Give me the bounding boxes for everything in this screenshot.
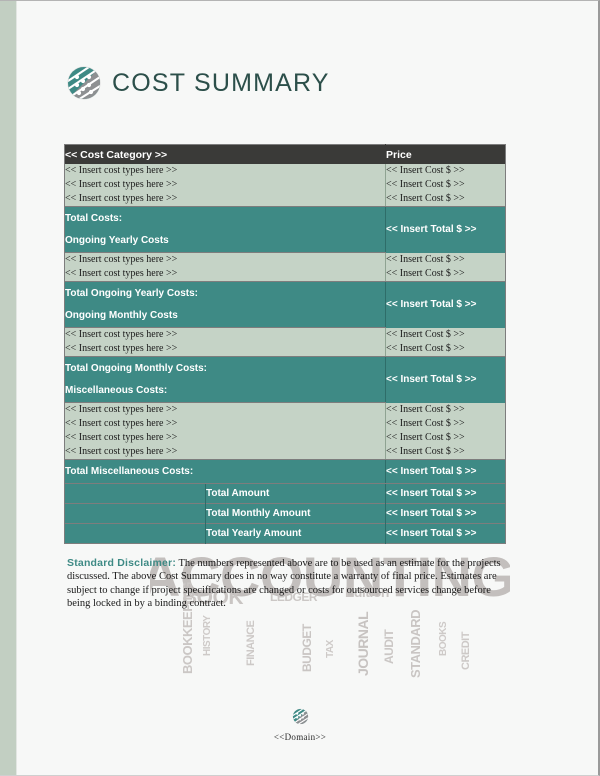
cell-summary-label: Total Monthly Amount — [205, 503, 386, 524]
cell-summary-price: << Insert Total $ >> — [385, 503, 506, 524]
cell-price: << Insert Cost $ >> — [385, 417, 506, 431]
cell-total-price: << Insert Total $ >> — [385, 206, 506, 253]
cell-price: << Insert Cost $ >> — [385, 327, 506, 342]
cost-summary-table: << Cost Category >> Price << Insert cost… — [64, 144, 506, 544]
table-row: << Insert cost types here >> << Insert C… — [64, 192, 506, 207]
cell-total-price: << Insert Total $ >> — [385, 356, 506, 403]
cell-summary-price: << Insert Total $ >> — [385, 483, 506, 504]
cell-price: << Insert Cost $ >> — [385, 252, 506, 267]
table-row: << Insert cost types here >> << Insert C… — [64, 178, 506, 192]
table-row: << Insert cost types here >> << Insert C… — [64, 252, 506, 267]
cell-summary-label: Total Yearly Amount — [205, 523, 386, 544]
cell-section-heading: Miscellaneous Costs: — [64, 379, 386, 403]
cell-cost-category: << Insert cost types here >> — [64, 402, 386, 417]
table-row: << Insert cost types here >> << Insert C… — [64, 327, 506, 342]
cell-blank — [64, 503, 206, 524]
cell-total-price: << Insert Total $ >> — [385, 281, 506, 328]
cell-summary-price: << Insert Total $ >> — [385, 523, 506, 544]
cell-total-price: << Insert Total $ >> — [385, 459, 506, 484]
total-row-ongoing-yearly: Total Ongoing Yearly Costs: << Insert To… — [64, 281, 506, 328]
table-row: << Insert cost types here >> << Insert C… — [64, 164, 506, 178]
summary-row-total-amount: Total Amount << Insert Total $ >> — [64, 483, 506, 504]
cell-cost-category: << Insert cost types here >> — [64, 327, 386, 342]
summary-row-total-yearly-amount: Total Yearly Amount << Insert Total $ >> — [64, 523, 506, 544]
page-header: COST SUMMARY — [66, 65, 330, 101]
summary-row-total-monthly-amount: Total Monthly Amount << Insert Total $ >… — [64, 503, 506, 524]
cell-summary-label: Total Amount — [205, 483, 386, 504]
page-footer: <<Domain>> — [0, 708, 598, 742]
cell-cost-category: << Insert cost types here >> — [64, 445, 386, 460]
cell-cost-category: << Insert cost types here >> — [64, 164, 386, 178]
cell-cost-category: << Insert cost types here >> — [64, 178, 386, 192]
cell-cost-category: << Insert cost types here >> — [64, 192, 386, 207]
cell-cost-category: << Insert cost types here >> — [64, 342, 386, 357]
cell-price: << Insert Cost $ >> — [385, 164, 506, 178]
footer-domain-text: <<Domain>> — [273, 732, 327, 742]
left-decorative-stripe — [0, 1, 17, 775]
document-page: ACCOUNTING BOOK BOOKKEEPING HISTORY FINA… — [0, 0, 600, 776]
cell-cost-category: << Insert cost types here >> — [64, 417, 386, 431]
table-row: << Insert cost types here >> << Insert C… — [64, 431, 506, 445]
cell-price: << Insert Cost $ >> — [385, 402, 506, 417]
cell-cost-category: << Insert cost types here >> — [64, 431, 386, 445]
total-row-total-costs: Total Costs: << Insert Total $ >> — [64, 206, 506, 253]
cell-cost-category: << Insert cost types here >> — [64, 267, 386, 282]
column-header-cost-category: << Cost Category >> — [64, 144, 386, 164]
cell-price: << Insert Cost $ >> — [385, 192, 506, 207]
table-header-row: << Cost Category >> Price — [64, 144, 506, 164]
cell-total-label: Total Ongoing Monthly Costs: — [64, 356, 386, 379]
cell-price: << Insert Cost $ >> — [385, 342, 506, 357]
cell-price: << Insert Cost $ >> — [385, 267, 506, 282]
table-row: << Insert cost types here >> << Insert C… — [64, 417, 506, 431]
cell-cost-category: << Insert cost types here >> — [64, 252, 386, 267]
total-row-ongoing-monthly: Total Ongoing Monthly Costs: << Insert T… — [64, 356, 506, 403]
table-row: << Insert cost types here >> << Insert C… — [64, 445, 506, 460]
table-row: << Insert cost types here >> << Insert C… — [64, 342, 506, 357]
cell-total-label: Total Miscellaneous Costs: — [64, 459, 386, 484]
cell-total-label: Total Costs: — [64, 206, 386, 229]
cell-section-heading: Ongoing Yearly Costs — [64, 229, 386, 253]
cell-blank — [64, 523, 206, 544]
cell-section-heading: Ongoing Monthly Costs — [64, 304, 386, 328]
striped-sphere-logo-icon — [292, 708, 309, 725]
page-title: COST SUMMARY — [112, 68, 330, 97]
column-header-price: Price — [385, 144, 506, 164]
cell-blank — [64, 483, 206, 504]
disclaimer-paragraph: Standard Disclaimer: The numbers represe… — [67, 557, 511, 611]
table-row: << Insert cost types here >> << Insert C… — [64, 267, 506, 282]
striped-sphere-logo-icon — [66, 65, 102, 101]
table-row: << Insert cost types here >> << Insert C… — [64, 402, 506, 417]
total-row-miscellaneous: Total Miscellaneous Costs: << Insert Tot… — [64, 459, 506, 484]
cell-price: << Insert Cost $ >> — [385, 431, 506, 445]
cell-price: << Insert Cost $ >> — [385, 445, 506, 460]
cell-price: << Insert Cost $ >> — [385, 178, 506, 192]
cell-total-label: Total Ongoing Yearly Costs: — [64, 281, 386, 304]
disclaimer-label: Standard Disclaimer: — [67, 557, 177, 569]
